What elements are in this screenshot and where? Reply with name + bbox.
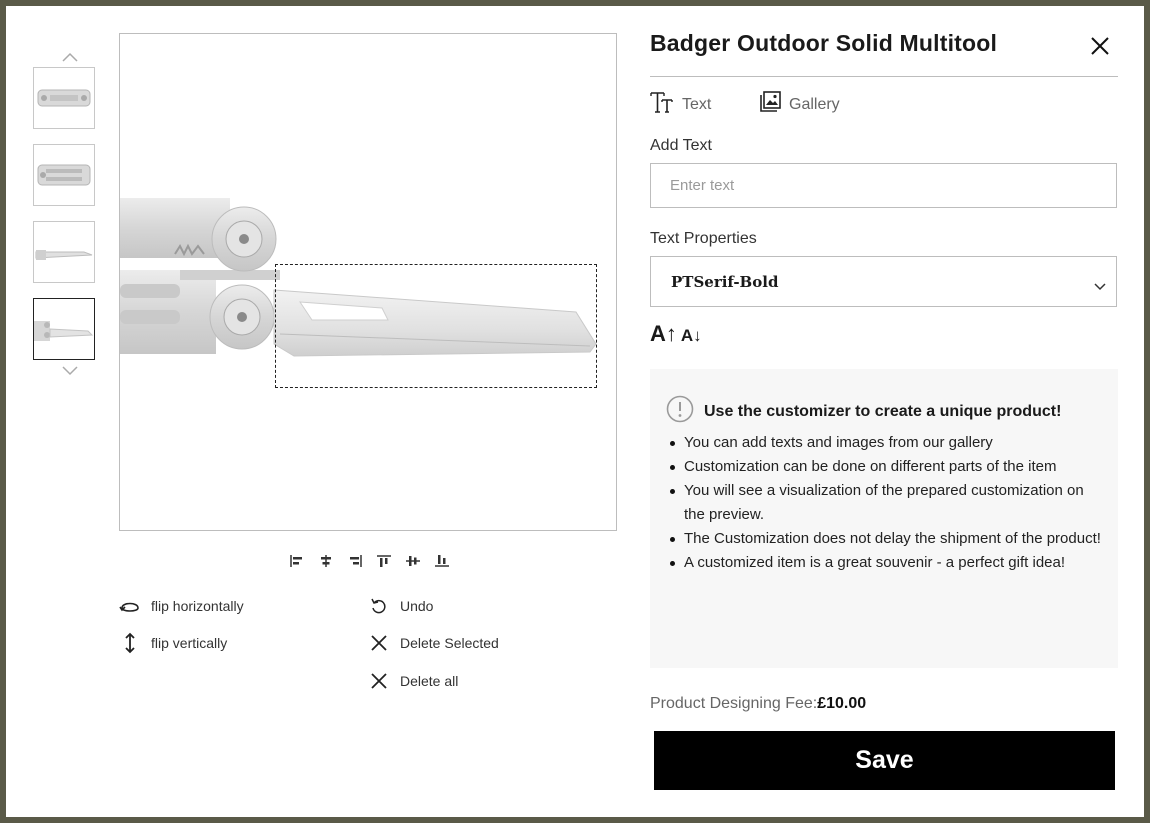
info-heading-text: Use the customizer to create a unique pr… bbox=[704, 402, 1062, 420]
add-text-label: Add Text bbox=[650, 137, 712, 154]
font-select-value: PTSerif-Bold bbox=[671, 272, 779, 291]
customizer-modal: flip horizontally flip vertically Undo D… bbox=[6, 6, 1144, 817]
align-middle-vertical-button[interactable] bbox=[402, 552, 423, 570]
undo-button[interactable]: Undo bbox=[368, 595, 433, 617]
info-list-item: Customization can be done on different p… bbox=[670, 455, 1104, 479]
align-bottom-icon bbox=[434, 555, 449, 567]
designing-fee: Product Designing Fee:£10.00 bbox=[650, 695, 866, 713]
align-top-button[interactable] bbox=[373, 552, 394, 570]
multitool-thumbnail-image bbox=[35, 250, 93, 260]
flip-horizontal-label: flip horizontally bbox=[151, 598, 244, 614]
save-button[interactable]: Save bbox=[654, 731, 1115, 790]
text-icon bbox=[650, 91, 674, 118]
multitool-thumbnail-image bbox=[34, 321, 94, 341]
delete-all-button[interactable]: Delete all bbox=[368, 670, 458, 692]
designing-fee-label: Product Designing Fee: bbox=[650, 695, 818, 712]
thumbnails-up-arrow[interactable] bbox=[58, 50, 82, 64]
gallery-icon bbox=[759, 91, 781, 118]
info-list-item: You can add texts and images from our ga… bbox=[670, 431, 1104, 455]
close-icon bbox=[368, 670, 390, 692]
delete-selected-label: Delete Selected bbox=[400, 635, 499, 651]
align-right-icon bbox=[349, 555, 362, 567]
alignment-toolbar bbox=[286, 552, 452, 570]
flip-horizontal-icon bbox=[119, 595, 141, 617]
info-list-item: A customized item is a great souvenir - … bbox=[670, 551, 1104, 575]
text-input[interactable] bbox=[650, 163, 1117, 208]
tab-gallery-label: Gallery bbox=[789, 95, 840, 113]
increase-font-size-button[interactable]: A↑ bbox=[650, 321, 677, 347]
design-canvas[interactable] bbox=[119, 33, 617, 531]
info-list: You can add texts and images from our ga… bbox=[670, 431, 1104, 575]
chevron-down-icon bbox=[1094, 276, 1106, 295]
chevron-down-icon bbox=[62, 366, 78, 376]
align-left-icon bbox=[289, 555, 302, 567]
info-heading: Use the customizer to create a unique pr… bbox=[666, 395, 1061, 428]
exclamation-circle-icon bbox=[666, 395, 694, 428]
align-middle-icon bbox=[405, 556, 420, 566]
thumbnail-4[interactable] bbox=[33, 298, 95, 360]
undo-icon bbox=[368, 595, 390, 617]
close-icon bbox=[1091, 37, 1109, 55]
close-icon bbox=[368, 632, 390, 654]
font-size-controls: A↑ A↓ bbox=[650, 321, 702, 347]
thumbnail-3[interactable] bbox=[33, 221, 95, 283]
font-select[interactable]: PTSerif-Bold bbox=[650, 256, 1117, 307]
text-properties-label: Text Properties bbox=[650, 230, 757, 247]
align-bottom-button[interactable] bbox=[431, 552, 452, 570]
align-center-horizontal-button[interactable] bbox=[315, 552, 336, 570]
close-modal-button[interactable] bbox=[1088, 34, 1112, 58]
multitool-thumbnail-image bbox=[37, 89, 91, 107]
info-list-item: The Customization does not delay the shi… bbox=[670, 527, 1104, 551]
info-box: Use the customizer to create a unique pr… bbox=[650, 369, 1118, 668]
thumbnail-1[interactable] bbox=[33, 67, 95, 129]
flip-horizontal-button[interactable]: flip horizontally bbox=[119, 595, 244, 617]
align-right-button[interactable] bbox=[344, 552, 365, 570]
delete-all-label: Delete all bbox=[400, 673, 459, 689]
align-left-button[interactable] bbox=[286, 552, 307, 570]
info-list-item: You will see a visualization of the prep… bbox=[670, 479, 1104, 527]
flip-vertical-button[interactable]: flip vertically bbox=[119, 632, 227, 654]
product-title: Badger Outdoor Solid Multitool bbox=[650, 30, 998, 56]
delete-selected-button[interactable]: Delete Selected bbox=[368, 632, 499, 654]
align-top-icon bbox=[376, 555, 391, 567]
flip-vertical-icon bbox=[119, 632, 141, 654]
tab-text[interactable]: Text bbox=[650, 91, 711, 118]
thumbnails-down-arrow[interactable] bbox=[58, 364, 82, 378]
multitool-thumbnail-image bbox=[37, 164, 91, 186]
tab-text-label: Text bbox=[682, 95, 712, 113]
tab-gallery[interactable]: Gallery bbox=[759, 91, 840, 118]
thumbnail-2[interactable] bbox=[33, 144, 95, 206]
selection-box[interactable] bbox=[275, 264, 597, 388]
align-center-icon bbox=[320, 555, 331, 567]
chevron-up-icon bbox=[62, 52, 78, 62]
flip-vertical-label: flip vertically bbox=[151, 635, 228, 651]
designing-fee-value: £10.00 bbox=[817, 695, 867, 712]
undo-label: Undo bbox=[400, 598, 434, 614]
decrease-font-size-button[interactable]: A↓ bbox=[681, 326, 702, 346]
title-divider bbox=[650, 76, 1118, 77]
